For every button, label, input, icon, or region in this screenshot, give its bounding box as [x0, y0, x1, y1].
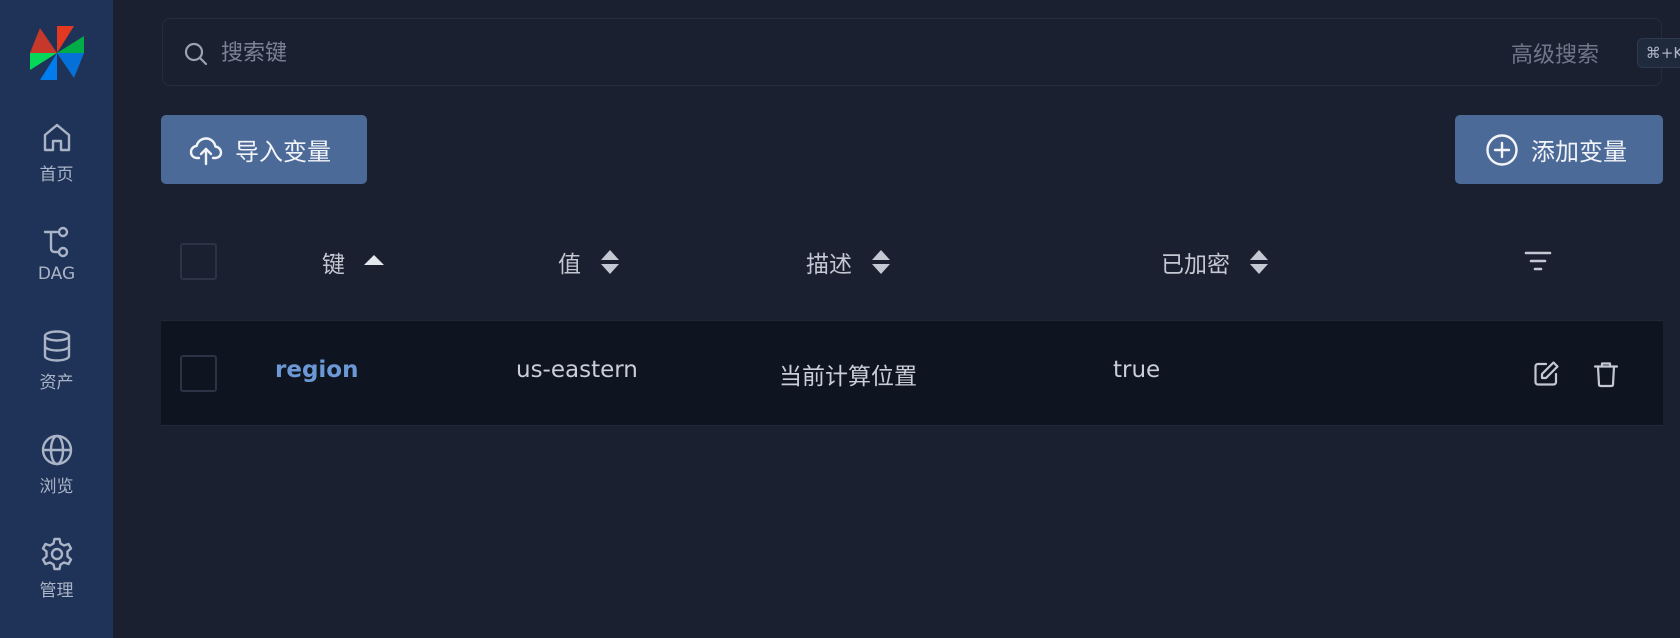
variable-key-link[interactable]: region [275, 357, 358, 383]
sidebar-item-browse[interactable]: 浏览 [0, 432, 113, 512]
column-header-label: 键 [322, 252, 345, 278]
filter-icon[interactable] [1523, 246, 1553, 276]
column-header-value[interactable]: 值 [558, 242, 621, 282]
column-header-encrypted[interactable]: 已加密 [1161, 242, 1270, 282]
sidebar-item-label: 资产 [39, 373, 74, 393]
column-header-description[interactable]: 描述 [806, 242, 892, 282]
sidebar-item-label: 管理 [39, 581, 74, 601]
table-row: region us-eastern 当前计算位置 true [161, 320, 1663, 426]
column-header-label: 值 [558, 252, 581, 278]
advanced-search-link[interactable]: 高级搜索 [1511, 37, 1599, 69]
plus-circle-icon [1486, 133, 1518, 166]
search-input[interactable] [221, 33, 1321, 73]
cloud-upload-icon [189, 136, 223, 165]
edit-icon[interactable] [1531, 359, 1561, 389]
select-all-checkbox[interactable] [180, 243, 217, 280]
sidebar-item-home[interactable]: 首页 [0, 120, 113, 200]
sort-icon [872, 250, 890, 274]
sidebar-item-dag[interactable]: DAG [0, 224, 113, 304]
sort-icon [1250, 250, 1268, 274]
sidebar-item-label: 首页 [39, 165, 74, 185]
sidebar: 首页 DAG 资产 浏览 管理 [0, 0, 113, 638]
sidebar-item-admin[interactable]: 管理 [0, 536, 113, 616]
column-header-label: 描述 [806, 252, 852, 278]
add-variable-label: 添加变量 [1531, 138, 1627, 166]
gear-icon [41, 537, 72, 571]
airflow-logo[interactable] [28, 24, 86, 82]
table-header: 键 值 描述 已加密 [161, 210, 1663, 320]
column-header-label: 已加密 [1161, 252, 1230, 278]
sidebar-item-label: 浏览 [39, 477, 74, 497]
sort-icon [601, 250, 619, 274]
search-shortcut-badge: ⌘+K [1637, 38, 1680, 68]
search-bar: 高级搜索 ⌘+K [162, 18, 1680, 86]
globe-icon [41, 434, 72, 466]
app-window: 首页 DAG 资产 浏览 管理 搜索键 高级搜索 ⌘+K 导入变量 添加变量 键… [0, 0, 1680, 638]
add-variable-button[interactable]: 添加变量 [1455, 115, 1663, 184]
dag-icon [43, 226, 68, 258]
import-variables-label: 导入变量 [235, 138, 331, 166]
home-icon [43, 123, 70, 152]
import-variables-button[interactable]: 导入变量 [161, 115, 367, 184]
variable-description: 当前计算位置 [779, 364, 917, 390]
search-icon [184, 42, 208, 66]
main-content: 高级搜索 ⌘+K 导入变量 添加变量 键 [113, 0, 1680, 638]
variable-value: us-eastern [516, 357, 638, 383]
column-header-key[interactable]: 键 [322, 242, 385, 282]
row-select-checkbox[interactable] [180, 355, 217, 392]
sidebar-item-label: DAG [37, 264, 76, 284]
trash-icon[interactable] [1591, 359, 1621, 389]
database-icon [43, 330, 70, 362]
variable-encrypted: true [1113, 357, 1161, 383]
sort-ascending-icon [364, 255, 384, 265]
sidebar-item-assets[interactable]: 资产 [0, 328, 113, 408]
